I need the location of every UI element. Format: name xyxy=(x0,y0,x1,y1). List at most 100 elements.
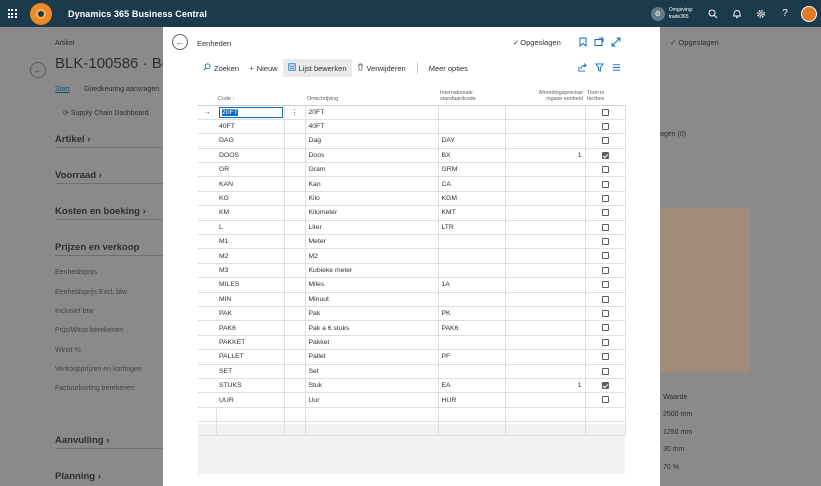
column-header-factbox[interactable]: Toon in factbox xyxy=(585,84,625,106)
cell-rounding[interactable] xyxy=(505,320,586,336)
cell-code[interactable]: MILES xyxy=(216,277,285,293)
table-row[interactable]: UUR Uur HUR xyxy=(198,392,626,408)
table-row[interactable]: 40FT 40FT xyxy=(198,119,626,135)
checkbox-unchecked[interactable] xyxy=(601,223,609,231)
checkbox-unchecked[interactable] xyxy=(601,367,609,375)
cell-intl-code[interactable]: KMT xyxy=(438,205,506,221)
cell-code[interactable]: M1 xyxy=(216,234,285,250)
cell-intl-code[interactable]: BX xyxy=(438,148,506,164)
empty-row[interactable] xyxy=(198,407,626,423)
empty-cell[interactable] xyxy=(216,407,285,423)
cell-intl-code[interactable] xyxy=(438,263,506,279)
empty-cell[interactable] xyxy=(505,407,586,423)
checkbox-unchecked[interactable] xyxy=(601,266,609,274)
table-row[interactable]: GR Gram GRM xyxy=(198,162,626,178)
empty-cell[interactable] xyxy=(505,421,586,437)
cell-code[interactable]: M2 xyxy=(216,248,285,264)
cell-code[interactable]: MIN xyxy=(216,292,285,307)
search-button[interactable]: Zoeken xyxy=(198,59,244,77)
checkbox-checked[interactable] xyxy=(601,381,609,389)
cell-code[interactable]: L xyxy=(216,220,285,236)
cell-intl-code[interactable]: PF xyxy=(438,349,506,365)
table-row[interactable]: M1 Meter xyxy=(198,234,626,250)
cell-intl-code[interactable] xyxy=(438,105,506,120)
cell-intl-code[interactable]: EA xyxy=(438,378,506,394)
checkbox-unchecked[interactable] xyxy=(601,338,609,346)
cell-rounding[interactable] xyxy=(505,277,586,293)
cell-intl-code[interactable]: 1A xyxy=(438,277,506,293)
list-view-icon[interactable] xyxy=(608,63,625,74)
table-row[interactable]: M3 Kubieke meter xyxy=(198,263,626,279)
cell-description[interactable]: 20FT xyxy=(305,105,439,120)
checkbox-unchecked[interactable] xyxy=(601,252,609,260)
cell-code[interactable]: GR xyxy=(216,162,285,178)
cell-rounding[interactable] xyxy=(505,364,586,379)
cell-description[interactable]: 40FT xyxy=(305,119,439,135)
cell-description[interactable]: Pakket xyxy=(305,335,439,351)
column-header-code[interactable]: Code ↑ xyxy=(216,84,284,106)
checkbox-unchecked[interactable] xyxy=(601,295,609,303)
cell-rounding[interactable] xyxy=(505,263,586,279)
table-row[interactable]: DOOS Doos BX 1 xyxy=(198,148,626,164)
cell-description[interactable]: Kilo xyxy=(305,191,439,207)
cell-rounding[interactable] xyxy=(505,191,586,207)
cell-rounding[interactable] xyxy=(505,335,586,351)
table-row[interactable]: KAN Kan CA xyxy=(198,176,626,192)
table-row[interactable]: MIN Minuut xyxy=(198,292,626,307)
table-row[interactable]: SET Set xyxy=(198,364,626,379)
cell-code[interactable]: PAKKET xyxy=(216,335,285,351)
cell-code[interactable]: KAN xyxy=(216,176,285,192)
checkbox-unchecked[interactable] xyxy=(601,137,609,145)
cell-intl-code[interactable]: GRM xyxy=(438,162,506,178)
cell-rounding[interactable] xyxy=(505,306,586,322)
cell-description[interactable]: Gram xyxy=(305,162,439,178)
filter-icon[interactable] xyxy=(591,62,608,74)
cell-code[interactable]: SET xyxy=(216,364,285,379)
table-row[interactable]: DAG Dag DAY xyxy=(198,133,626,149)
cell-code[interactable]: KG xyxy=(216,191,285,207)
cell-rounding[interactable] xyxy=(505,205,586,221)
cell-rounding[interactable] xyxy=(505,119,586,135)
checkbox-unchecked[interactable] xyxy=(601,238,609,246)
cell-rounding[interactable]: 1 xyxy=(505,148,586,164)
cell-intl-code[interactable] xyxy=(438,248,506,264)
cell-rounding[interactable] xyxy=(505,162,586,178)
cell-rounding[interactable] xyxy=(505,248,586,264)
table-row[interactable]: → 20FT ⋮ 20FT xyxy=(198,105,626,120)
table-row[interactable]: PAK6 Pak a 6 stuks PAK6 xyxy=(198,320,626,336)
code-edit-field[interactable]: 20FT xyxy=(219,106,283,118)
checkbox-unchecked[interactable] xyxy=(601,209,609,217)
help-icon[interactable]: ? xyxy=(773,0,797,27)
cell-intl-code[interactable]: CA xyxy=(438,176,506,192)
new-button[interactable]: + Nieuw xyxy=(244,59,283,77)
checkbox-unchecked[interactable] xyxy=(601,310,609,318)
more-options-button[interactable]: Meer opties xyxy=(424,59,473,77)
cell-intl-code[interactable]: DAY xyxy=(438,133,506,149)
empty-cell[interactable] xyxy=(198,421,217,437)
empty-cell[interactable] xyxy=(585,407,626,423)
checkbox-unchecked[interactable] xyxy=(601,180,609,188)
table-row[interactable]: PAK Pak PK xyxy=(198,306,626,322)
cell-description[interactable]: Kilometer xyxy=(305,205,439,221)
cell-description[interactable]: Stuk xyxy=(305,378,439,394)
cell-description[interactable]: Meter xyxy=(305,234,439,250)
cell-intl-code[interactable] xyxy=(438,335,506,351)
cell-intl-code[interactable] xyxy=(438,119,506,135)
delete-button[interactable]: Verwijderen xyxy=(352,59,411,77)
cell-intl-code[interactable] xyxy=(438,364,506,379)
column-header-rounding[interactable]: Afrondingsprecisie ingave eenheid xyxy=(505,84,585,106)
cell-rounding[interactable] xyxy=(505,292,586,307)
user-avatar[interactable] xyxy=(801,5,817,22)
notification-icon[interactable] xyxy=(725,0,749,27)
table-row[interactable]: MILES Miles 1A xyxy=(198,277,626,293)
table-row[interactable]: PALLET Pallet PF xyxy=(198,349,626,365)
app-launcher-icon[interactable] xyxy=(0,0,24,27)
empty-cell[interactable] xyxy=(438,421,506,437)
cell-description[interactable]: Pallet xyxy=(305,349,439,365)
environment-indicator[interactable]: ⚙ Omgeving: trade365 xyxy=(650,6,693,21)
cell-rounding[interactable] xyxy=(505,234,586,250)
empty-row[interactable] xyxy=(198,421,626,437)
cell-description[interactable]: Pak xyxy=(305,306,439,322)
cell-intl-code[interactable]: LTR xyxy=(438,220,506,236)
cell-code[interactable]: M3 xyxy=(216,263,285,279)
